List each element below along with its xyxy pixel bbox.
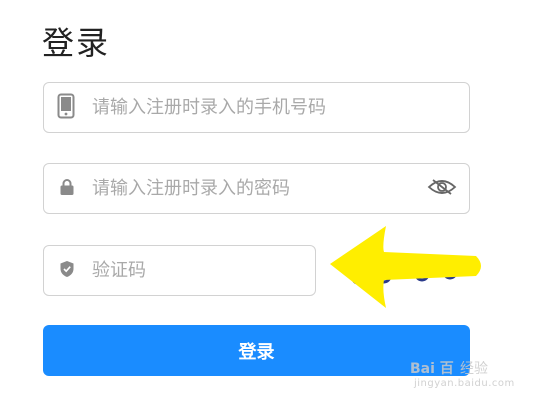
login-button[interactable]: 登录 [43,325,470,376]
password-input[interactable] [90,164,417,213]
captcha-field[interactable] [43,245,316,296]
phone-field[interactable] [43,82,470,133]
shield-icon [60,260,74,281]
phone-icon [57,93,75,123]
page-title: 登录 [42,24,111,62]
lock-icon [60,178,74,199]
eye-hidden-icon[interactable] [427,178,457,200]
baidu-jingyan-watermark: Bai 百 经验 jingyan.baidu.com [410,361,515,389]
annotation-arrow-icon [330,226,481,308]
password-field[interactable] [43,163,470,214]
phone-input[interactable] [90,83,459,132]
captcha-input[interactable] [90,246,305,295]
